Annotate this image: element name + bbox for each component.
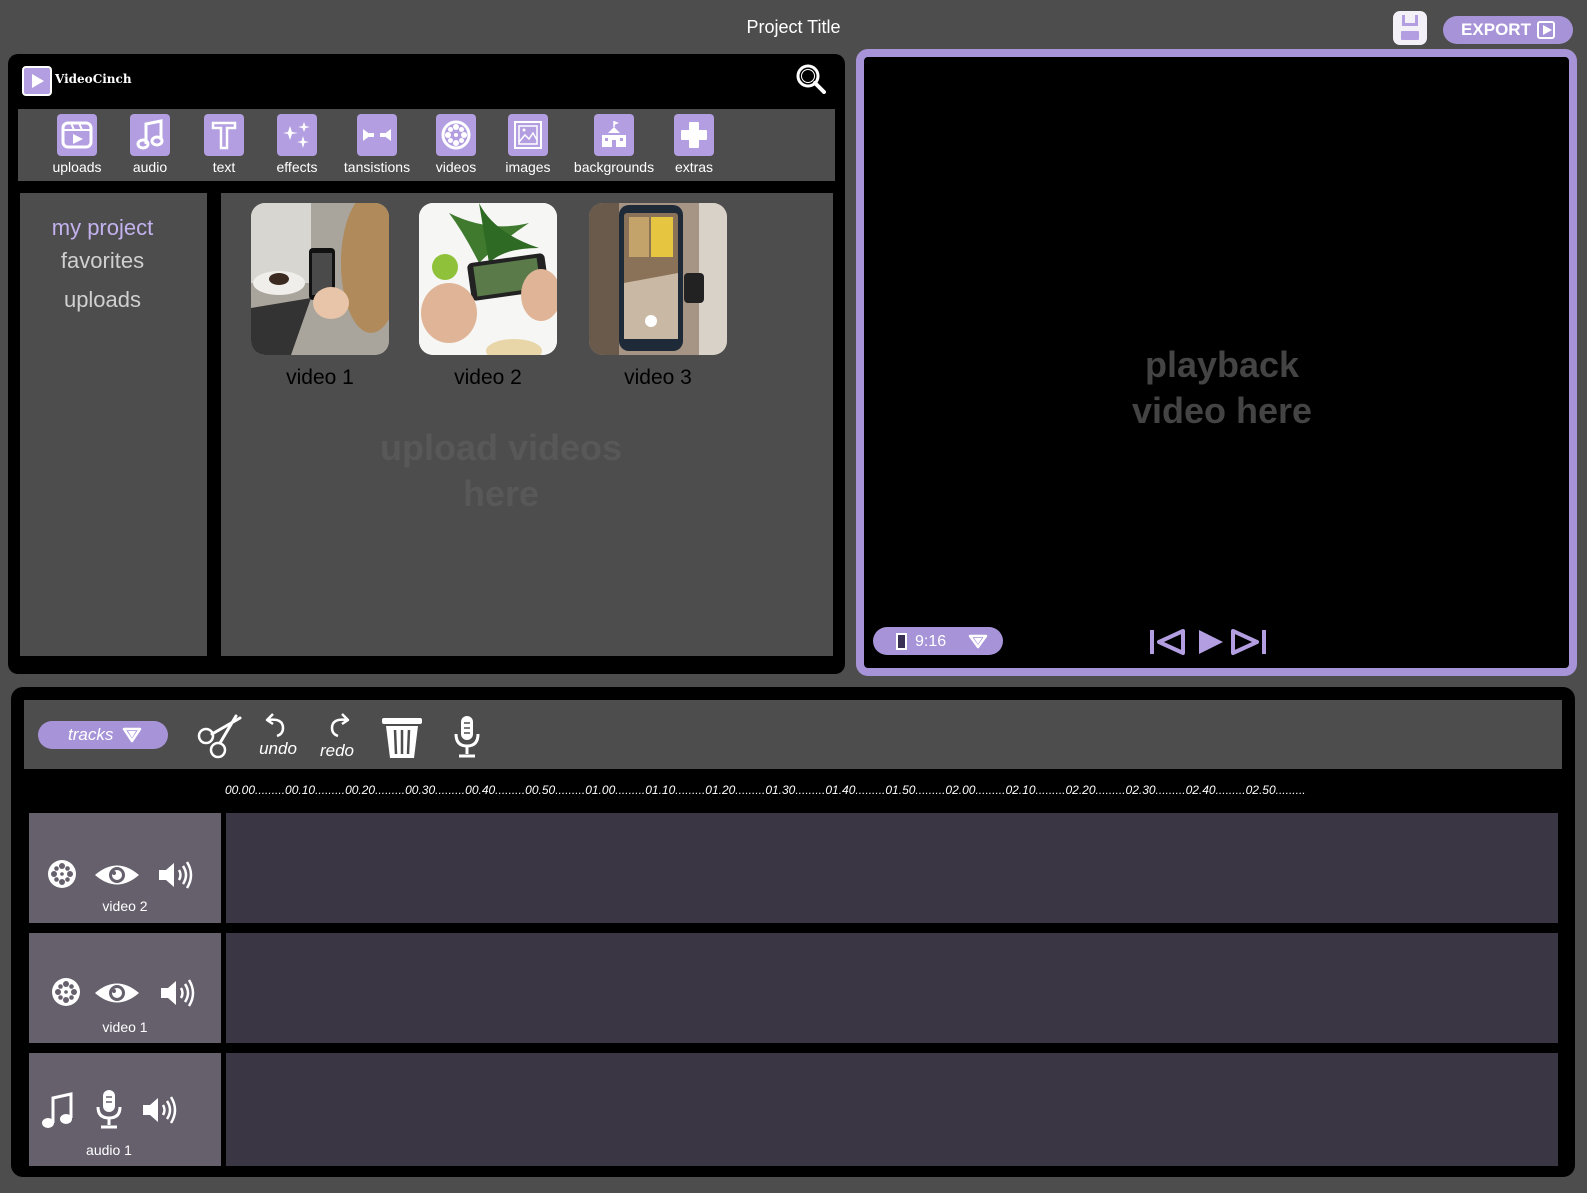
skip-back-icon[interactable] <box>1150 629 1185 655</box>
redo-button[interactable]: redo <box>314 710 360 766</box>
skip-forward-icon[interactable] <box>1231 629 1266 655</box>
music-note-icon <box>130 114 170 156</box>
microphone-icon <box>96 1090 122 1129</box>
track-lane-video-1[interactable] <box>226 933 1558 1043</box>
video-thumbnail-3[interactable] <box>589 203 727 355</box>
volume-icon[interactable] <box>157 860 195 890</box>
toolbar-audio[interactable]: audio <box>126 114 174 175</box>
track-lane-audio-1[interactable] <box>226 1053 1558 1166</box>
floppy-icon <box>1402 15 1418 26</box>
transition-icon <box>357 114 397 156</box>
track-header-video-1: video 1 <box>29 933 221 1043</box>
redo-label: redo <box>319 741 355 760</box>
logo-icon <box>22 66 52 96</box>
upload-placeholder: upload videos here <box>379 427 623 514</box>
play-icon[interactable] <box>1199 630 1223 654</box>
video-thumbnail-2[interactable] <box>419 203 557 355</box>
scissors-icon <box>197 714 242 759</box>
aspect-ratio-dropdown[interactable]: 9:16 <box>873 627 1003 655</box>
project-title[interactable]: Project Title <box>0 17 1587 38</box>
delete-button[interactable] <box>380 714 424 760</box>
toolbar-uploads[interactable]: uploads <box>48 114 106 175</box>
undo-icon <box>265 713 285 738</box>
playback-placeholder: playback video here <box>1131 344 1313 431</box>
record-voice-button[interactable] <box>452 714 482 760</box>
sidebar-item-favorites[interactable]: favorites <box>20 248 185 274</box>
toolbar-effects[interactable]: effects <box>269 114 325 175</box>
media-grid: upload videos here video 1 video 2 video… <box>221 193 833 656</box>
film-reel-icon <box>48 860 76 888</box>
redo-icon <box>330 713 350 738</box>
chevron-down-icon <box>122 727 142 743</box>
library-sidebar: my project favorites uploads <box>20 193 207 656</box>
aspect-ratio-value: 9:16 <box>915 633 947 650</box>
image-icon <box>508 114 548 156</box>
video-label-3: video 3 <box>624 366 692 389</box>
time-ruler[interactable]: 00.00.........00.10.........00.20.......… <box>225 783 1575 797</box>
transport-controls <box>1149 626 1269 658</box>
toolbar-extras[interactable]: extras <box>670 114 718 175</box>
export-label: EXPORT <box>1461 20 1531 39</box>
video-label-1: video 1 <box>286 366 354 389</box>
film-reel-icon <box>52 978 80 1006</box>
chevron-down-icon <box>968 634 988 649</box>
track-lane-video-2[interactable] <box>226 813 1558 923</box>
film-reel-icon <box>436 114 476 156</box>
undo-label: undo <box>259 739 297 758</box>
music-note-icon <box>42 1092 73 1128</box>
track-header-video-2: video 2 <box>29 813 221 923</box>
sidebar-item-my-project[interactable]: my project <box>20 215 185 241</box>
track-name: video 1 <box>102 1019 148 1035</box>
toolbar-backgrounds[interactable]: backgrounds <box>568 114 660 175</box>
eye-icon[interactable] <box>93 862 141 888</box>
video-thumbnail-1[interactable] <box>251 203 389 355</box>
track-header-audio-1: audio 1 <box>29 1053 221 1166</box>
track-name: audio 1 <box>86 1142 132 1158</box>
microphone-icon <box>454 716 480 758</box>
sidebar-item-uploads[interactable]: uploads <box>20 287 185 313</box>
asset-toolbar: uploads audio text effects tansistions v… <box>18 109 835 181</box>
sparkles-icon <box>277 114 317 156</box>
toolbar-text[interactable]: text <box>200 114 248 175</box>
volume-icon[interactable] <box>141 1095 179 1125</box>
trash-icon <box>382 718 422 758</box>
tracks-label: tracks <box>68 725 114 744</box>
toolbar-images[interactable]: images <box>500 114 556 175</box>
volume-icon[interactable] <box>159 978 197 1008</box>
split-button[interactable] <box>196 712 244 760</box>
text-icon <box>204 114 244 156</box>
save-button[interactable] <box>1393 11 1427 45</box>
search-icon[interactable] <box>796 64 826 94</box>
phone-portrait-icon <box>896 633 907 650</box>
play-icon <box>1536 21 1555 39</box>
toolbar-videos[interactable]: videos <box>430 114 482 175</box>
export-button[interactable]: EXPORT <box>1443 16 1573 44</box>
video-label-2: video 2 <box>454 366 522 389</box>
toolbar-transitions[interactable]: tansistions <box>334 114 420 175</box>
tracks-dropdown[interactable]: tracks <box>38 721 168 749</box>
building-icon <box>594 114 634 156</box>
upload-clip-icon <box>57 114 97 156</box>
undo-button[interactable]: undo <box>255 710 301 766</box>
eye-icon[interactable] <box>93 980 141 1006</box>
brand-name: VideoCinch <box>55 72 132 86</box>
track-name: video 2 <box>102 898 148 914</box>
plus-icon <box>674 114 714 156</box>
